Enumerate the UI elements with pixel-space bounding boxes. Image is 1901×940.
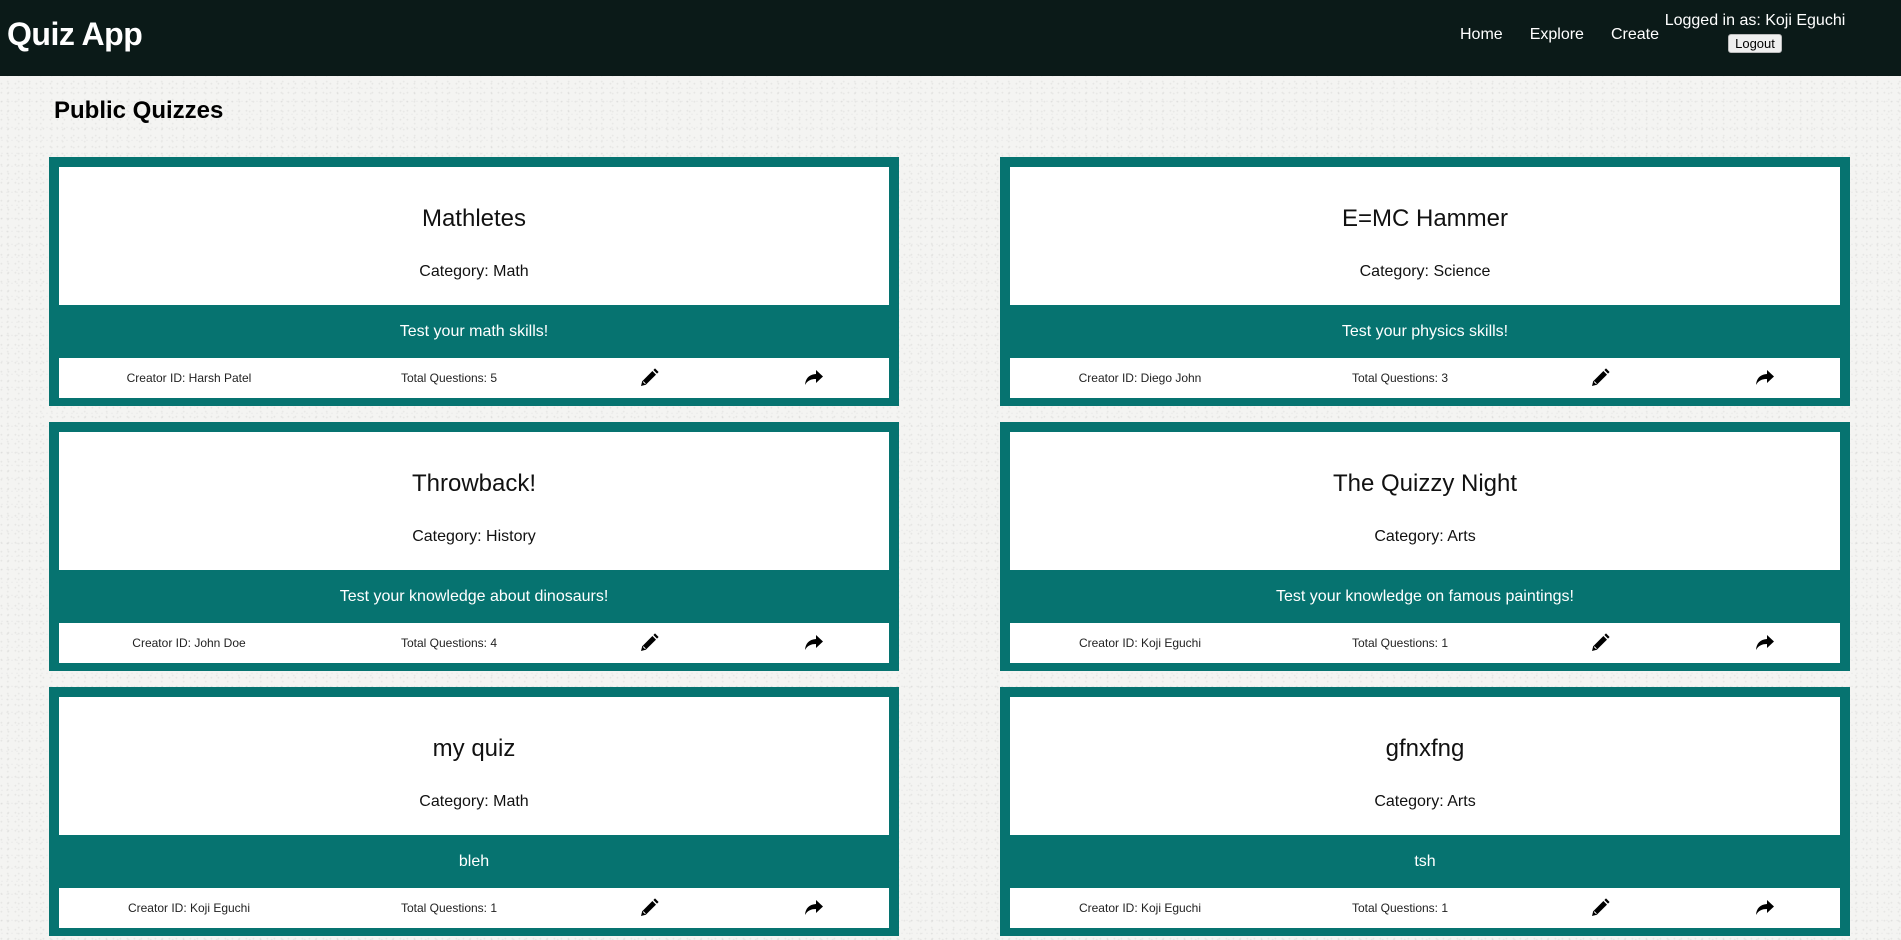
quiz-title: Throwback! [411,470,537,497]
quiz-title: my quiz [432,735,516,762]
quiz-card-footer: Creator ID: Harsh Patel Total Questions:… [59,358,889,398]
quiz-card: The Quizzy Night Category: Arts Test you… [1000,422,1850,671]
quiz-title: Mathletes [421,205,527,232]
share-icon[interactable] [804,634,824,652]
pencil-icon[interactable] [1590,898,1610,918]
quiz-category: Category: History [412,528,536,545]
logged-in-user: Logged in as: Koji Eguchi [1664,12,1846,29]
share-icon[interactable] [804,899,824,917]
quiz-card-header[interactable]: The Quizzy Night Category: Arts [1010,432,1840,570]
quiz-card: Mathletes Category: Math Test your math … [49,157,899,406]
quiz-total-questions: Total Questions: 4 [400,636,498,650]
quiz-card-header[interactable]: E=MC Hammer Category: Science [1010,167,1840,305]
page-title: Public Quizzes [54,97,224,124]
quiz-creator: Creator ID: John Doe [132,636,246,650]
nav-links: Home Explore Create [1460,26,1659,44]
quiz-card-header[interactable]: my quiz Category: Math [59,697,889,835]
app-brand[interactable]: Quiz App [7,16,143,53]
share-icon[interactable] [1755,634,1775,652]
quiz-card-footer: Creator ID: Diego John Total Questions: … [1010,358,1840,398]
quiz-total-questions: Total Questions: 1 [1351,636,1449,650]
quiz-card-footer: Creator ID: John Doe Total Questions: 4 [59,623,889,663]
quiz-description: tsh [1414,853,1436,870]
quiz-category: Category: Arts [1374,793,1476,810]
quiz-creator: Creator ID: Koji Eguchi [1078,636,1202,650]
quiz-category: Category: Math [419,793,529,810]
quiz-card-footer: Creator ID: Koji Eguchi Total Questions:… [1010,623,1840,663]
share-icon[interactable] [1755,899,1775,917]
quiz-total-questions: Total Questions: 1 [1351,901,1449,915]
quiz-description: Test your math skills! [399,323,549,340]
quiz-creator: Creator ID: Harsh Patel [126,371,252,385]
nav-link-explore[interactable]: Explore [1530,26,1584,44]
quiz-total-questions: Total Questions: 1 [400,901,498,915]
quiz-grid: Mathletes Category: Math Test your math … [49,157,1850,936]
quiz-category: Category: Arts [1374,528,1476,545]
quiz-category: Category: Math [419,263,529,280]
pencil-icon[interactable] [1590,368,1610,388]
logout-button[interactable]: Logout [1728,34,1782,53]
share-icon[interactable] [1755,369,1775,387]
quiz-category: Category: Science [1359,263,1491,280]
share-icon[interactable] [804,369,824,387]
pencil-icon[interactable] [639,898,659,918]
quiz-card-header[interactable]: Throwback! Category: History [59,432,889,570]
quiz-description: Test your knowledge on famous paintings! [1276,588,1574,605]
nav-link-create[interactable]: Create [1611,26,1659,44]
quiz-description: bleh [458,853,490,870]
quiz-creator: Creator ID: Koji Eguchi [1078,901,1202,915]
user-box: Logged in as: Koji Eguchi Logout [1660,12,1850,53]
quiz-card-footer: Creator ID: Koji Eguchi Total Questions:… [59,888,889,928]
top-navbar: Quiz App Home Explore Create Logged in a… [0,0,1901,76]
quiz-title: The Quizzy Night [1332,470,1518,497]
pencil-icon[interactable] [639,633,659,653]
quiz-title: E=MC Hammer [1341,205,1509,232]
quiz-card: gfnxfng Category: Arts tsh Creator ID: K… [1000,687,1850,936]
quiz-card-footer: Creator ID: Koji Eguchi Total Questions:… [1010,888,1840,928]
pencil-icon[interactable] [1590,633,1610,653]
nav-link-home[interactable]: Home [1460,26,1503,44]
pencil-icon[interactable] [639,368,659,388]
quiz-card-header[interactable]: Mathletes Category: Math [59,167,889,305]
quiz-total-questions: Total Questions: 5 [400,371,498,385]
quiz-title: gfnxfng [1385,735,1465,762]
quiz-description: Test your physics skills! [1341,323,1509,340]
quiz-creator: Creator ID: Diego John [1078,371,1202,385]
quiz-total-questions: Total Questions: 3 [1351,371,1449,385]
quiz-card-header[interactable]: gfnxfng Category: Arts [1010,697,1840,835]
quiz-card: my quiz Category: Math bleh Creator ID: … [49,687,899,936]
quiz-card: E=MC Hammer Category: Science Test your … [1000,157,1850,406]
quiz-card: Throwback! Category: History Test your k… [49,422,899,671]
quiz-creator: Creator ID: Koji Eguchi [127,901,251,915]
quiz-description: Test your knowledge about dinosaurs! [339,588,609,605]
